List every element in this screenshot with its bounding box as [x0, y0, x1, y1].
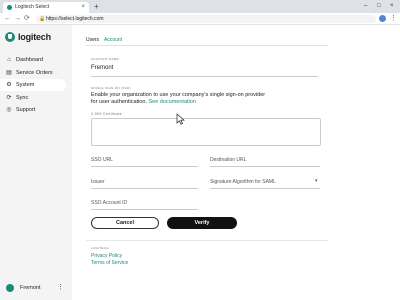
certificate-label: X.509 Certificate [91, 112, 122, 116]
certificate-textarea[interactable] [91, 118, 321, 146]
mouse-cursor-icon [176, 113, 185, 125]
sync-icon: ⟳ [6, 94, 12, 101]
lock-icon: 🔒 [39, 16, 46, 22]
sidebar-item-label: System [16, 82, 35, 88]
signature-algorithm-select[interactable]: Signature Algorithm for SAML [210, 179, 276, 185]
sso-account-id-underline [91, 209, 198, 210]
sso-description: Enable your organization to use your com… [91, 92, 266, 106]
sidebar-item-system[interactable]: ⚙ System [0, 79, 66, 91]
browser-tab-bar: Logitech Select × + – □ × [0, 0, 400, 13]
issuer-underline [91, 188, 198, 189]
sidebar: logitech ⌂ Dashboard ▤ Service Orders ⚙ … [0, 25, 72, 300]
sidebar-item-label: Support [16, 107, 36, 113]
gear-icon: ⚙ [6, 82, 12, 88]
browser-tab[interactable]: Logitech Select × [3, 2, 89, 13]
sidebar-item-label: Dashboard [16, 57, 43, 63]
logitech-mark-icon [5, 32, 15, 42]
sidebar-item-dashboard[interactable]: ⌂ Dashboard [0, 54, 72, 66]
signature-algorithm-underline [210, 188, 320, 189]
home-icon: ⌂ [7, 57, 11, 63]
logo-text: logitech [18, 32, 51, 42]
minimize-window-button[interactable]: – [364, 0, 367, 12]
browser-tab-title: Logitech Select [15, 4, 50, 10]
user-avatar [6, 284, 14, 292]
back-button[interactable]: ← [4, 13, 11, 25]
browser-menu-icon[interactable]: ⋮ [390, 13, 397, 25]
user-name: Fremont [20, 285, 41, 291]
reload-button[interactable]: ⟳ [24, 13, 30, 25]
forward-button[interactable]: → [14, 13, 21, 25]
account-switcher[interactable]: Fremont ⋮ [0, 282, 72, 294]
legal-divider [86, 240, 328, 241]
close-tab-icon[interactable]: × [81, 2, 85, 13]
document-icon: ▤ [6, 69, 12, 76]
sso-url-field[interactable]: SSO URL [91, 157, 113, 163]
url-bar[interactable]: 🔒 https://select.logitech.com [36, 15, 376, 23]
tabs-divider [86, 45, 328, 46]
privacy-policy-link[interactable]: Privacy Policy [91, 253, 122, 259]
address-toolbar: ← → ⟳ 🔒 https://select.logitech.com ⋮ [0, 13, 400, 25]
close-window-button[interactable]: × [390, 0, 394, 12]
terms-of-service-link[interactable]: Terms of Service [91, 260, 128, 266]
sidebar-nav: ⌂ Dashboard ▤ Service Orders ⚙ System ⟳ … [0, 54, 72, 117]
sidebar-item-service-orders[interactable]: ▤ Service Orders [0, 67, 72, 79]
new-tab-button[interactable]: + [94, 1, 99, 12]
destination-url-field[interactable]: Destination URL [210, 157, 246, 163]
sidebar-item-label: Service Orders [16, 69, 53, 76]
logitech-logo[interactable]: logitech [5, 31, 51, 43]
maximize-window-button[interactable]: □ [377, 0, 381, 12]
sso-url-underline [91, 166, 198, 167]
sidebar-item-sync[interactable]: ⟳ Sync [0, 92, 72, 104]
legal-heading: LOGITECH [91, 246, 109, 250]
sso-account-id-field[interactable]: SSO Account ID [91, 200, 127, 206]
cancel-button[interactable]: Cancel [91, 217, 159, 229]
documentation-link[interactable]: See documentation [148, 99, 195, 105]
chevron-down-icon: ▾ [315, 178, 318, 184]
account-name-label: ACCOUNT NAME [91, 57, 119, 61]
account-name-underline [91, 76, 318, 77]
verify-button[interactable]: Verify [167, 217, 237, 229]
sso-heading: SINGLE SIGN-ON (SSO) [91, 86, 131, 90]
more-options-icon[interactable]: ⋮ [57, 282, 64, 294]
destination-url-underline [210, 166, 320, 167]
tab-users[interactable]: Users [86, 36, 99, 45]
support-icon: ◎ [6, 107, 12, 113]
sidebar-item-support[interactable]: ◎ Support [0, 104, 72, 116]
url-text: https://select.logitech.com [46, 16, 104, 22]
profile-avatar[interactable] [379, 15, 386, 22]
issuer-field[interactable]: Issuer [91, 179, 105, 185]
sidebar-item-label: Sync [16, 94, 29, 101]
account-name-field[interactable]: Fremont [91, 65, 113, 71]
logitech-favicon-icon [7, 5, 12, 10]
